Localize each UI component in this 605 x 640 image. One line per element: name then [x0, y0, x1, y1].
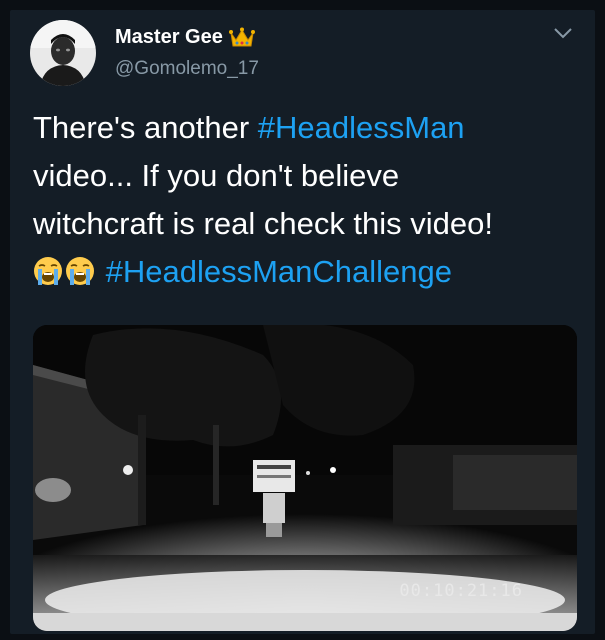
author-name[interactable]: Master Gee: [115, 26, 223, 49]
chevron-down-icon[interactable]: [553, 26, 573, 40]
author-handle[interactable]: @Gomolemo_17: [115, 58, 259, 80]
tweet-text: There's another #HeadlessMan video... If…: [33, 104, 578, 296]
tweet-line-2: video... If you don't believe: [33, 158, 400, 193]
crown-icon: [228, 27, 255, 46]
hashtag-link[interactable]: #HeadlessManChallenge: [106, 254, 452, 289]
video-player[interactable]: 00:10:21:16: [33, 325, 577, 631]
author-row: Master Gee: [115, 26, 255, 49]
tweet-text-segment: There's another: [33, 110, 258, 145]
tweet-line-1: There's another #HeadlessMan: [33, 104, 578, 152]
tweet-line-4: #HeadlessManChallenge: [33, 248, 578, 296]
loudly-crying-face-icon: [66, 257, 94, 285]
loudly-crying-face-icon: [34, 257, 62, 285]
tweet-line-3: witchcraft is real check this video!: [33, 206, 494, 241]
avatar[interactable]: [30, 20, 96, 86]
hashtag-link[interactable]: #HeadlessMan: [258, 110, 465, 145]
video-timecode: 00:10:21:16: [399, 581, 523, 601]
